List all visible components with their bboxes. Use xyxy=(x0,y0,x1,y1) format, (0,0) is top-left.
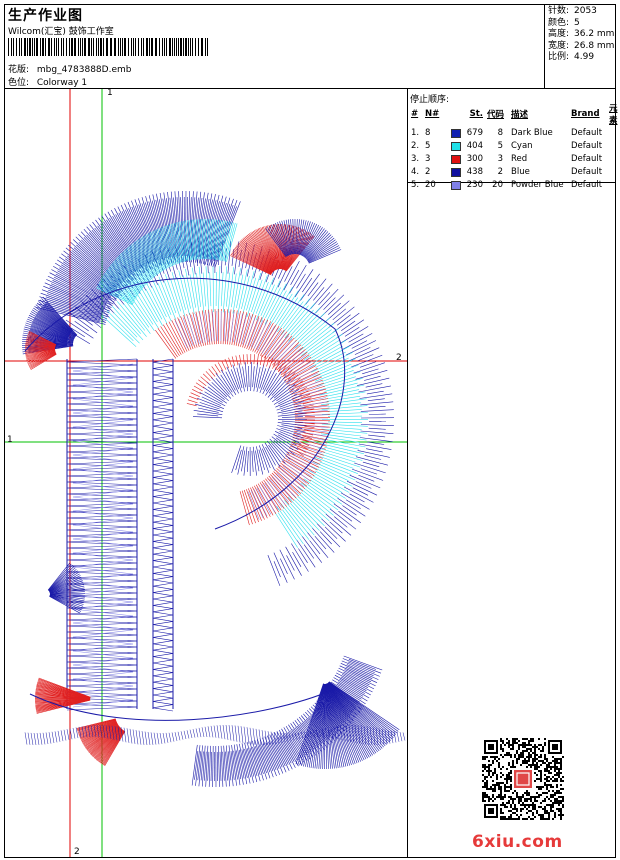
col-index: # xyxy=(411,109,419,119)
row-index: 5. xyxy=(411,179,420,190)
row-stitches: 438 xyxy=(449,165,485,178)
color-swatch xyxy=(451,180,461,190)
row-needle: 8 xyxy=(425,127,431,138)
embroidery-design xyxy=(5,89,407,857)
row-index: 4. xyxy=(411,166,420,177)
stat-stitches: 针数: 2053 xyxy=(548,6,597,16)
col-stitches: St. xyxy=(469,109,483,119)
row-element xyxy=(607,126,620,139)
color-swatch xyxy=(451,154,461,164)
design-stats: 针数: 2053 颜色: 5 高度: 36.2 mm 宽度: 26.8 mm 比例: 4.… xyxy=(548,6,614,64)
row-desc: Powder Blue xyxy=(511,179,564,190)
colorway-row: 色位: Colorway 1 xyxy=(8,75,87,88)
design-name-row: 花版: mbg_4783888D.emb xyxy=(8,62,131,75)
row-stitches: 230 xyxy=(449,178,485,191)
design-label: 花版: xyxy=(8,65,30,75)
col-desc: 描述 xyxy=(511,110,529,120)
watermark-logo: 6xiu.com xyxy=(472,832,563,852)
row-element xyxy=(607,178,620,191)
row-needle: 20 xyxy=(425,179,436,190)
row-code: 2 xyxy=(497,166,503,177)
color-swatch xyxy=(451,128,461,138)
design-value: mbg_4783888D.emb xyxy=(36,65,132,75)
col-code: 代码 xyxy=(487,110,505,120)
row-element xyxy=(607,165,620,178)
row-brand: Default xyxy=(571,140,603,151)
stat-scale: 比例: 4.99 xyxy=(548,52,595,62)
row-index: 2. xyxy=(411,140,420,151)
row-index: 1. xyxy=(411,127,420,138)
row-code: 3 xyxy=(497,153,503,164)
row-stitches: 404 xyxy=(449,139,485,152)
design-canvas xyxy=(5,89,407,857)
col-needle: N# xyxy=(425,109,440,119)
table-header-row: # N# St. 代码 描述 Brand 元素 xyxy=(409,102,620,126)
page-title: 生产作业图 xyxy=(8,8,83,24)
stat-height: 高度: 36.2 mm xyxy=(548,29,615,39)
stats-divider xyxy=(544,4,545,88)
row-brand: Default xyxy=(571,127,603,138)
stat-width: 宽度: 26.8 mm xyxy=(548,40,615,51)
row-needle: 2 xyxy=(425,166,431,177)
color-swatch xyxy=(451,167,461,177)
row-code: 5 xyxy=(497,140,503,151)
table-divider xyxy=(407,88,408,858)
table-row: 5. 20 230 20 Powder Blue Default xyxy=(409,178,620,191)
stat-colors: 颜色: 5 xyxy=(548,17,580,28)
table-row: 4. 2 438 2 Blue Default xyxy=(409,165,620,178)
table-row: 1. 8 679 8 Dark Blue Default xyxy=(409,126,620,139)
row-brand: Default xyxy=(571,179,603,190)
row-brand: Default xyxy=(571,153,603,164)
row-desc: Dark Blue xyxy=(511,127,553,138)
axis-label-left-1: 1 xyxy=(7,435,13,445)
row-code: 20 xyxy=(492,179,503,190)
row-element xyxy=(607,139,620,152)
row-index: 3. xyxy=(411,153,420,164)
col-element: 元素 xyxy=(609,104,618,126)
row-code: 8 xyxy=(497,127,503,138)
colorway-label: 色位: xyxy=(8,78,30,88)
qr-code xyxy=(482,738,564,820)
row-desc: Red xyxy=(511,153,528,164)
row-desc: Cyan xyxy=(511,140,533,151)
row-stitches: 679 xyxy=(449,126,485,139)
table-row: 3. 3 300 3 Red Default xyxy=(409,152,620,165)
row-stitches: 300 xyxy=(449,152,485,165)
color-swatch xyxy=(451,141,461,151)
row-needle: 3 xyxy=(425,153,431,164)
table-row: 2. 5 404 5 Cyan Default xyxy=(409,139,620,152)
company-name: Wilcom(汇宝) 鼓饰工作室 xyxy=(8,27,114,37)
row-desc: Blue xyxy=(511,166,530,177)
row-element xyxy=(607,152,620,165)
axis-label-right-2: 2 xyxy=(396,353,402,363)
col-brand: Brand xyxy=(571,109,600,119)
barcode xyxy=(8,38,208,56)
axis-label-bottom-2: 2 xyxy=(74,847,80,857)
row-needle: 5 xyxy=(425,140,431,151)
axis-label-top-1: 1 xyxy=(107,88,113,98)
row-brand: Default xyxy=(571,166,603,177)
stop-sequence-table: # N# St. 代码 描述 Brand 元素 1. 8 679 8 Dark Blue… xyxy=(409,102,620,191)
colorway-value: Colorway 1 xyxy=(36,78,88,88)
